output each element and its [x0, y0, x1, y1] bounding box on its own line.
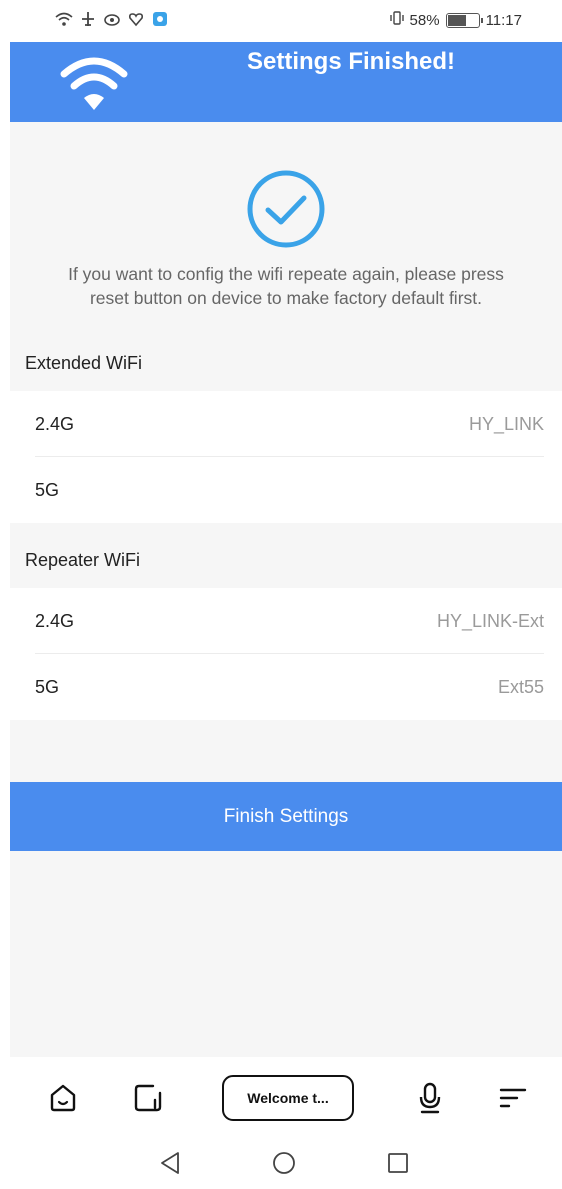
status-icons-left	[55, 10, 169, 28]
ssid-value: HY_LINK-Ext	[436, 610, 544, 631]
band-label: 5G	[35, 676, 60, 697]
repeater-wifi-row-2g: 2.4G HY_LINK-Ext	[10, 588, 562, 654]
system-nav-bar	[0, 1137, 562, 1189]
menu-icon[interactable]	[496, 1081, 530, 1115]
finish-settings-button[interactable]: Finish Settings	[10, 782, 562, 851]
page-title: Settings Finished!	[246, 48, 455, 75]
band-label: 2.4G	[35, 610, 75, 631]
back-icon[interactable]	[156, 1149, 184, 1177]
clock: 11:17	[485, 11, 522, 29]
home-circle-icon[interactable]	[270, 1149, 298, 1177]
section-title-repeater-wifi: Repeater WiFi	[25, 550, 141, 570]
repeater-wifi-row-5g: 5G Ext55	[10, 654, 562, 720]
battery-icon	[445, 12, 483, 28]
current-tab-button[interactable]: Welcome t...	[222, 1075, 354, 1121]
repeater-wifi-list: 2.4G HY_LINK-Ext 5G Ext55	[10, 588, 562, 720]
vibrate-icon	[389, 10, 404, 30]
app-header: Settings Finished!	[10, 42, 562, 122]
section-title-extended-wifi: Extended WiFi	[25, 353, 143, 373]
status-bar: 58% 11:17	[0, 0, 562, 42]
airplane-icon	[79, 10, 97, 28]
tabs-icon[interactable]	[131, 1081, 165, 1115]
notice-line-2: reset button on device to make factory d…	[89, 288, 482, 308]
heart-icon	[127, 10, 145, 28]
band-label: 2.4G	[35, 413, 75, 434]
extended-wifi-list: 2.4G HY_LINK 5G	[10, 391, 562, 523]
extended-wifi-row-5g: 5G	[10, 457, 562, 523]
extended-wifi-row-2g: 2.4G HY_LINK	[10, 391, 562, 457]
ssid-value: HY_LINK	[468, 413, 544, 434]
check-circle-icon	[246, 169, 326, 249]
reset-notice: If you want to config the wifi repeate a…	[10, 262, 562, 310]
ssid-value: Ext55	[497, 676, 544, 697]
battery-percent: 58%	[409, 11, 440, 29]
eye-icon	[103, 10, 121, 28]
status-icons-right: 58% 11:17	[389, 10, 522, 30]
notice-line-1: If you want to config the wifi repeate a…	[68, 264, 504, 284]
band-label: 5G	[35, 479, 60, 500]
microphone-icon[interactable]	[413, 1081, 447, 1115]
browser-toolbar: Welcome t...	[0, 1057, 562, 1137]
wifi-status-icon	[55, 10, 73, 28]
home-icon[interactable]	[46, 1081, 80, 1115]
recents-icon[interactable]	[384, 1149, 412, 1177]
app-notification-icon	[151, 10, 169, 28]
